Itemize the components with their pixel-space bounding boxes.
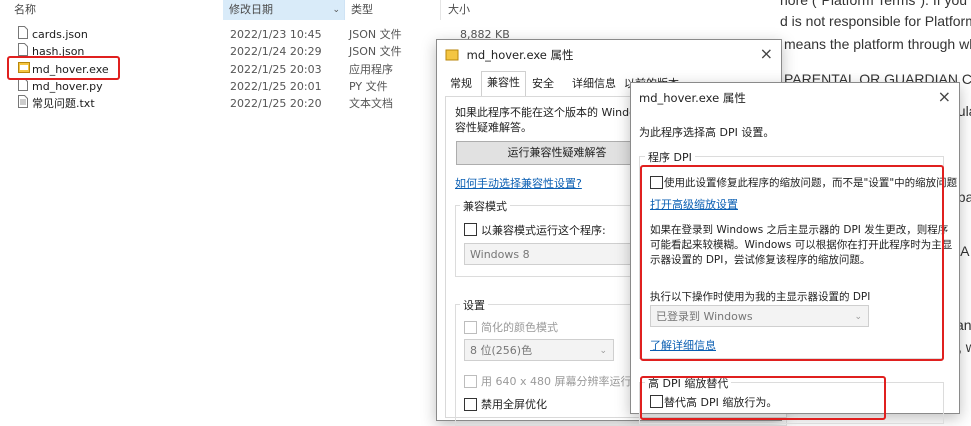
file-explorer: ⌃ 名称 修改日期 ⌄ 类型 大小 cards.json 2022/1/23 1… xyxy=(0,0,510,400)
file-date: 2022/1/25 20:03 xyxy=(230,63,322,76)
reduced-color-label: 简化的颜色模式 xyxy=(481,321,558,334)
json-file-icon xyxy=(18,26,28,39)
dpi-dialog-title-bar[interactable]: md_hover.exe 属性 xyxy=(631,83,959,113)
file-date: 2022/1/25 20:01 xyxy=(230,80,322,93)
reduced-color-checkbox[interactable] xyxy=(464,321,477,334)
intro-text-2: 容性疑难解答。 xyxy=(455,121,532,134)
app-icon xyxy=(445,43,459,61)
column-header-size-label: 大小 xyxy=(448,3,470,16)
file-name: md_hover.py xyxy=(32,80,103,93)
compat-mode-checkbox[interactable] xyxy=(464,223,477,236)
highlight-box xyxy=(640,376,886,420)
color-depth-value: 8 位(256)色 xyxy=(470,344,533,357)
file-row[interactable]: md_hover.py 2022/1/25 20:01 PY 文件 xyxy=(0,78,510,95)
res-640-checkbox[interactable] xyxy=(464,375,477,388)
troubleshoot-button[interactable]: 运行兼容性疑难解答 xyxy=(456,141,658,165)
highlight-box xyxy=(7,56,120,80)
column-header-type[interactable]: 类型 xyxy=(345,0,441,20)
compat-os-select[interactable]: Windows 8 xyxy=(464,243,654,265)
column-header-name[interactable]: ⌃ 名称 xyxy=(8,0,223,20)
close-icon[interactable]: × xyxy=(760,40,773,68)
chevron-down-icon[interactable]: ⌄ xyxy=(332,0,340,20)
file-row[interactable]: 常见问题.txt 2022/1/25 20:20 文本文档 xyxy=(0,95,510,112)
column-header-type-label: 类型 xyxy=(351,3,373,16)
json-file-icon xyxy=(18,43,28,56)
column-header-date-label: 修改日期 xyxy=(229,3,273,16)
close-icon[interactable]: × xyxy=(938,83,951,111)
file-type: 文本文档 xyxy=(349,97,393,110)
manual-compat-link[interactable]: 如何手动选择兼容性设置? xyxy=(455,175,582,191)
file-date: 2022/1/23 10:45 xyxy=(230,28,322,41)
file-type: 应用程序 xyxy=(349,63,393,76)
compat-os-value: Windows 8 xyxy=(470,248,530,261)
tab-security[interactable]: 安全 xyxy=(527,73,559,94)
color-depth-select[interactable]: 8 位(256)色 ⌄ xyxy=(464,339,614,361)
txt-file-icon xyxy=(18,95,28,108)
compat-mode-label: 兼容模式 xyxy=(460,198,510,214)
column-header-name-label: 名称 xyxy=(14,3,36,16)
file-type: JSON 文件 xyxy=(349,45,402,58)
file-date: 2022/1/25 20:20 xyxy=(230,97,322,110)
file-type: PY 文件 xyxy=(349,80,388,93)
doc-line: d is not responsible for Platform xyxy=(780,13,971,29)
file-name: cards.json xyxy=(32,28,88,41)
sort-up-icon: ⌃ xyxy=(116,0,124,7)
doc-line: nore ("Platform Terms"). If you xyxy=(780,0,968,8)
highlight-box xyxy=(640,165,944,361)
program-dpi-label: 程序 DPI xyxy=(645,149,695,165)
file-row[interactable]: cards.json 2022/1/23 10:45 JSON 文件 8,882… xyxy=(0,26,510,43)
doc-line: means the platform through wh xyxy=(784,36,971,52)
settings-label: 设置 xyxy=(460,297,488,313)
intro-text: 如果此程序不能在这个版本的 Windows xyxy=(455,106,651,119)
fullscreen-opt-label: 禁用全屏优化 xyxy=(481,398,547,411)
tab-details[interactable]: 详细信息 xyxy=(567,73,621,94)
file-type: JSON 文件 xyxy=(349,28,402,41)
dpi-dialog-title: md_hover.exe 属性 xyxy=(639,91,746,105)
dpi-heading: 为此程序选择高 DPI 设置。 xyxy=(639,126,775,139)
chevron-down-icon: ⌄ xyxy=(599,346,607,356)
dialog-title: md_hover.exe 属性 xyxy=(466,48,574,62)
res-640-label: 用 640 x 480 屏幕分辨率运行 xyxy=(481,375,632,388)
column-header-size[interactable]: 大小 xyxy=(442,0,510,20)
tab-compatibility[interactable]: 兼容性 xyxy=(481,71,526,96)
dialog-title-bar[interactable]: md_hover.exe 属性 xyxy=(437,40,781,70)
tab-general[interactable]: 常规 xyxy=(445,73,477,94)
column-header-date[interactable]: 修改日期 ⌄ xyxy=(223,0,345,20)
compat-mode-check-label: 以兼容模式运行这个程序: xyxy=(481,224,606,237)
file-name: 常见问题.txt xyxy=(32,97,95,110)
file-date: 2022/1/24 20:29 xyxy=(230,45,322,58)
